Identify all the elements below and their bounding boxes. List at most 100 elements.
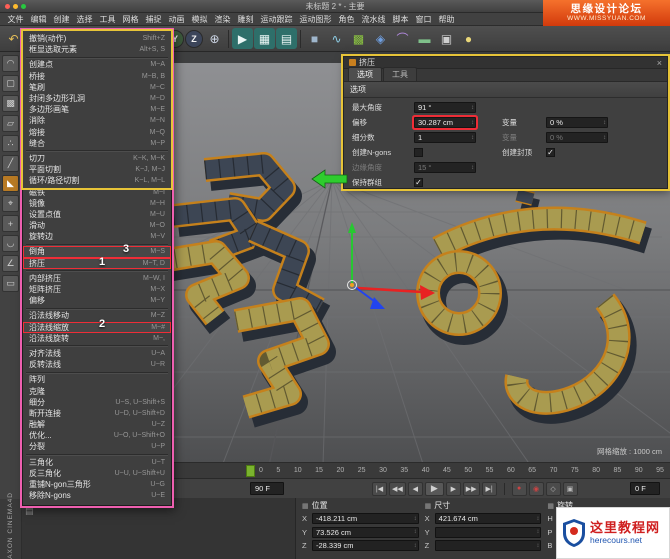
z-axis-lock-icon[interactable]: Z — [185, 29, 203, 48]
menubar-item-9[interactable]: 渲染 — [211, 14, 234, 25]
menu-item-37[interactable]: 细分 U~S, U~Shift+S — [23, 397, 171, 408]
menubar-item-13[interactable]: 角色 — [335, 14, 358, 25]
checkbox[interactable]: ✓ — [414, 178, 423, 187]
coord-value-field[interactable]: -418.211 cm — [312, 513, 419, 524]
snap-icon[interactable]: ◡ — [2, 235, 19, 252]
menu-item-26[interactable]: 偏移 M~Y — [23, 295, 171, 306]
menu-item-15[interactable]: 磁铁 M~I — [23, 186, 171, 197]
menu-item-44[interactable]: 反三角化 U~U, U~Shift+U — [23, 468, 171, 479]
goto-end-button[interactable]: ▶| — [481, 481, 497, 496]
workplane-lock-icon[interactable]: ▭ — [2, 275, 19, 292]
goto-next-frame-button[interactable]: ▶ — [445, 481, 461, 496]
menubar-item-11[interactable]: 运动跟踪 — [257, 14, 296, 25]
camera-icon[interactable]: ▣ — [436, 28, 457, 49]
goto-prev-key-button[interactable]: ◀◀ — [389, 481, 406, 496]
menu-item-9[interactable]: 熔接 M~Q — [23, 127, 171, 138]
subdivision-surface-icon[interactable]: ▩ — [348, 28, 369, 49]
menu-item-1[interactable]: 框显选取元素 Alt+S, S — [23, 44, 171, 55]
zoom-window-icon[interactable] — [21, 4, 26, 9]
value-field[interactable]: 0 % — [546, 132, 608, 143]
menubar-item-4[interactable]: 工具 — [96, 14, 119, 25]
value-field[interactable]: 15 ° — [414, 162, 476, 173]
current-frame-field[interactable]: 0 F — [630, 482, 660, 495]
menu-item-10[interactable]: 缝合 M~P — [23, 138, 171, 149]
menubar-item-14[interactable]: 流水线 — [358, 14, 389, 25]
deformer-icon[interactable]: ⌒ — [392, 28, 413, 49]
menu-item-12[interactable]: 切刀 K~K, M~K — [23, 153, 171, 164]
model-mode-icon[interactable]: ▢ — [2, 75, 19, 92]
tweak-mode-icon[interactable]: ⌖ — [2, 195, 19, 212]
range-end-field[interactable]: 90 F — [250, 482, 284, 495]
material-manager[interactable]: ▤ — [22, 498, 296, 559]
play-button[interactable]: ▶ — [424, 481, 444, 496]
menu-item-29[interactable]: 沿法线缩放 M~# — [23, 321, 171, 333]
coord-value-field[interactable]: -28.339 cm — [312, 540, 419, 551]
menubar-item-3[interactable]: 选择 — [73, 14, 96, 25]
coord-value-field[interactable]: 73.526 cm — [312, 526, 419, 538]
workplane-mode-icon[interactable]: ▱ — [2, 115, 19, 132]
coord-value-field[interactable] — [434, 526, 542, 538]
render-picture-viewer-icon[interactable]: ▦ — [254, 28, 275, 49]
menu-item-45[interactable]: 重铺N-gon三角形 U~G — [23, 479, 171, 490]
menu-item-40[interactable]: 优化... U~O, U~Shift+O — [23, 430, 171, 441]
menu-item-22[interactable]: 挤压 M~T, D — [23, 257, 171, 269]
points-mode-icon[interactable]: ∴ — [2, 135, 19, 152]
menu-item-36[interactable]: 克隆 — [23, 385, 171, 396]
environment-icon[interactable]: ▬ — [414, 28, 435, 49]
menubar-item-10[interactable]: 雕刻 — [234, 14, 257, 25]
menu-item-6[interactable]: 封闭多边形孔洞 M~D — [23, 93, 171, 104]
menu-item-32[interactable]: 对齐法线 U~A — [23, 348, 171, 359]
menu-item-19[interactable]: 旋转边 M~V — [23, 231, 171, 242]
menubar-item-7[interactable]: 动画 — [165, 14, 188, 25]
quantize-icon[interactable]: ∠ — [2, 255, 19, 272]
texture-mode-icon[interactable]: ▩ — [2, 95, 19, 112]
menu-item-21[interactable]: 倒角 M~S — [23, 246, 171, 258]
checkbox[interactable]: ✓ — [546, 148, 555, 157]
menu-item-41[interactable]: 分裂 U~P — [23, 441, 171, 452]
menu-item-35[interactable]: 阵列 — [23, 374, 171, 385]
menu-item-30[interactable]: 沿法线旋转 M~, — [23, 333, 171, 344]
autokeying-button[interactable]: ◉ — [528, 481, 544, 496]
menu-item-0[interactable]: 撤销(动作) Shift+Z — [23, 33, 171, 44]
panel-tab-1[interactable]: 工具 — [383, 67, 417, 81]
goto-start-button[interactable]: |◀ — [372, 481, 387, 496]
menu-item-16[interactable]: 镜像 M~H — [23, 198, 171, 209]
make-editable-icon[interactable]: ◠ — [2, 55, 19, 72]
array-generator-icon[interactable]: ◈ — [370, 28, 391, 49]
menu-item-33[interactable]: 反转法线 U~R — [23, 359, 171, 370]
menu-item-39[interactable]: 融解 U~Z — [23, 419, 171, 430]
enable-axis-icon[interactable]: + — [2, 215, 19, 232]
menu-item-14[interactable]: 循环/路径切割 K~L, M~L — [23, 175, 171, 186]
value-field[interactable]: 91 ° — [414, 102, 476, 113]
minimize-window-icon[interactable] — [13, 4, 18, 9]
light-icon[interactable]: ● — [458, 28, 479, 49]
menu-item-18[interactable]: 滑动 M~O — [23, 220, 171, 231]
panel-tab-0[interactable]: 选项 — [348, 67, 382, 81]
goto-next-key-button[interactable]: ▶▶ — [462, 481, 480, 496]
record-keyframe-button[interactable]: ● — [511, 481, 527, 496]
gizmo-center-dot[interactable] — [350, 283, 354, 287]
menubar-item-6[interactable]: 捕捉 — [142, 14, 165, 25]
edges-mode-icon[interactable]: ╱ — [2, 155, 19, 172]
menu-item-7[interactable]: 多边形画笔 M~E — [23, 104, 171, 115]
menu-item-17[interactable]: 设置点值 M~U — [23, 209, 171, 220]
menubar-item-12[interactable]: 运动图形 — [296, 14, 335, 25]
menu-item-38[interactable]: 断开连接 U~D, U~Shift+D — [23, 408, 171, 419]
menu-item-43[interactable]: 三角化 U~T — [23, 457, 171, 468]
coordinate-system-icon[interactable]: ⊕ — [204, 28, 225, 49]
menubar-item-15[interactable]: 脚本 — [389, 14, 412, 25]
menu-item-4[interactable]: 桥接 M~B, B — [23, 71, 171, 82]
close-icon[interactable]: × — [657, 58, 662, 68]
render-settings-icon[interactable]: ▤ — [276, 28, 297, 49]
current-frame-marker[interactable] — [246, 465, 255, 477]
undo-icon[interactable]: ↶ — [3, 28, 24, 49]
keyframe-mode-button[interactable]: ▣ — [562, 481, 578, 496]
menu-item-13[interactable]: 平面切割 K~J, M~J — [23, 164, 171, 175]
value-field[interactable]: 30.287 cm — [414, 117, 476, 128]
menu-item-24[interactable]: 内部挤压 M~W, I — [23, 273, 171, 284]
polygons-mode-icon[interactable]: ◣ — [2, 175, 19, 192]
menu-item-3[interactable]: 创建点 M~A — [23, 59, 171, 70]
menubar-item-5[interactable]: 网格 — [119, 14, 142, 25]
render-view-icon[interactable]: ▶ — [232, 28, 253, 49]
menubar-item-16[interactable]: 窗口 — [412, 14, 435, 25]
